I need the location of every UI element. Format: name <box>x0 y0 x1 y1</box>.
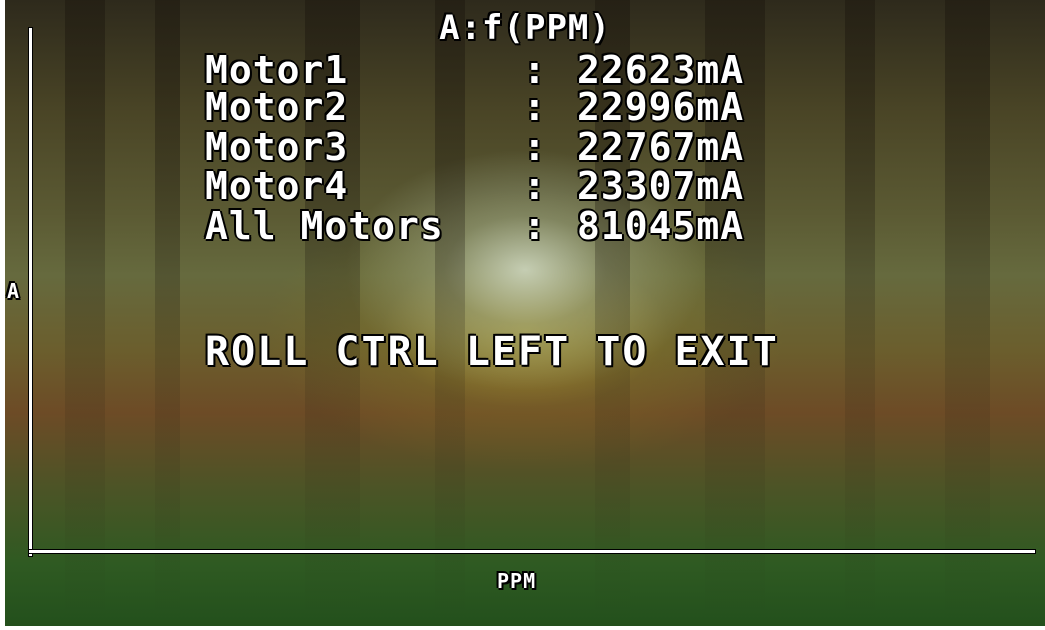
osd-title: A:f(PPM) <box>439 8 611 48</box>
osd-screen: A:f(PPM) Motor1 : 22623mA Motor2 : 22996… <box>5 0 1045 626</box>
motor-current-value: 22767mA <box>577 125 745 169</box>
motor-reading-row: Motor2 : 22996mA <box>205 88 743 126</box>
motor-current-value: 22623mA <box>577 48 745 92</box>
background-tree-streak <box>65 0 105 626</box>
reading-separator: : <box>523 204 547 248</box>
motor-name: Motor1 <box>205 48 349 92</box>
x-axis-label: PPM <box>497 569 537 593</box>
motor-name: Motor3 <box>205 125 349 169</box>
motor-name: All Motors <box>205 204 444 248</box>
background-tree-streak <box>435 0 465 626</box>
motor-reading-row: Motor3 : 22767mA <box>205 128 743 166</box>
reading-separator: : <box>523 85 547 129</box>
x-axis-line <box>29 550 1035 553</box>
motor-reading-row: Motor4 : 23307mA <box>205 167 743 205</box>
motor-current-value: 22996mA <box>577 85 745 129</box>
background-tree-streak <box>155 0 180 626</box>
background-tree-streak <box>945 0 990 626</box>
reading-separator: : <box>523 164 547 208</box>
all-motors-reading-row: All Motors : 81045mA <box>205 207 743 245</box>
background-tree-streak <box>845 0 875 626</box>
y-axis-label: A <box>7 279 21 303</box>
motor-current-value: 23307mA <box>577 164 745 208</box>
exit-instruction: ROLL CTRL LEFT TO EXIT <box>205 329 779 375</box>
y-axis-line <box>29 28 32 556</box>
motor-name: Motor2 <box>205 85 349 129</box>
motor-current-value: 81045mA <box>577 204 745 248</box>
reading-separator: : <box>523 48 547 92</box>
motor-name: Motor4 <box>205 164 349 208</box>
motor-reading-row: Motor1 : 22623mA <box>205 51 743 89</box>
reading-separator: : <box>523 125 547 169</box>
